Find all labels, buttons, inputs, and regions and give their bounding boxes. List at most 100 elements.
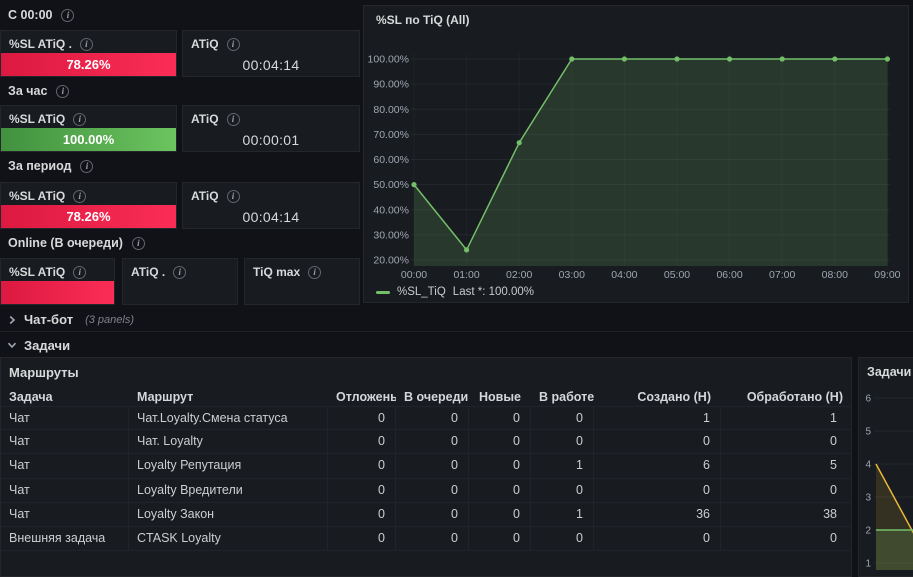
svg-text:30.00%: 30.00% [373, 229, 409, 241]
panel-title[interactable]: %SL ATiQ [1, 259, 114, 283]
panel-title-text: ATiQ [191, 37, 219, 51]
info-icon[interactable] [308, 265, 322, 279]
row-title: Задачи [24, 337, 71, 353]
panel-title[interactable]: %SL ATiQ [1, 106, 176, 130]
table-cell: 36 [594, 502, 721, 526]
info-icon[interactable] [61, 8, 75, 22]
svg-text:1: 1 [865, 559, 871, 570]
panel-sl-po-tiq: %SL по TiQ (All) 100.00% 90.00% 80.00% 70.0… [363, 5, 909, 303]
svg-text:03:00: 03:00 [559, 269, 585, 281]
chevron-down-icon [7, 340, 17, 350]
table-cell: 0 [396, 502, 469, 526]
dashboard-row-chatbot[interactable]: Чат-бот (3 panels) [0, 308, 913, 332]
legend-stat: Last *: 100.00% [452, 286, 534, 298]
svg-text:6: 6 [865, 394, 871, 405]
svg-text:60.00%: 60.00% [373, 154, 409, 166]
bar-gauge-value: 78.26% [66, 209, 111, 224]
column-header[interactable]: Задача [1, 390, 129, 404]
panel-title[interactable]: ATiQ [183, 31, 359, 55]
panel-title[interactable]: ATiQ [183, 183, 359, 207]
panel-atiq-from0000: ATiQ 00:04:14 [182, 30, 360, 77]
table-cell: 0 [594, 478, 721, 502]
svg-text:00:00: 00:00 [401, 269, 427, 281]
svg-text:40.00%: 40.00% [373, 204, 409, 216]
info-icon[interactable] [80, 159, 94, 173]
stat-value: 00:04:14 [242, 57, 300, 73]
table-cell: 0 [469, 526, 531, 551]
info-icon[interactable] [226, 112, 240, 126]
timeseries-plot[interactable]: 100.00% 90.00% 80.00% 70.00% 60.00% 50.00% 40.… [364, 6, 908, 302]
info-icon[interactable] [73, 112, 87, 126]
svg-text:70.00%: 70.00% [373, 129, 409, 141]
table-cell: 5 [830, 458, 837, 473]
panel-title-text[interactable]: Маршруты [9, 365, 79, 380]
table-cell: 0 [469, 478, 531, 502]
chevron-right-icon [7, 315, 17, 325]
info-icon[interactable] [79, 37, 93, 51]
column-header[interactable]: Маршрут [129, 390, 328, 404]
svg-text:90.00%: 90.00% [373, 79, 409, 91]
table-row: Чат Loyalty Закон 0 0 0 1 36 38 [1, 502, 851, 527]
panel-title-text: ATiQ . [131, 265, 166, 279]
panel-title[interactable]: TiQ max [245, 259, 359, 283]
column-header[interactable]: Создано (Н) [594, 390, 721, 404]
panel-sl-atiq-from0000: %SL ATiQ . 78.26% [0, 30, 177, 77]
table-cell: Loyalty Репутация [129, 454, 328, 478]
dashboard-row-tasks[interactable]: Задачи [0, 333, 913, 357]
column-header[interactable]: В работе [531, 390, 594, 404]
panel-sl-atiq-online: %SL ATiQ [0, 258, 115, 305]
table-cell: 0 [531, 430, 594, 454]
table-cell: Чат [1, 407, 129, 430]
column-header[interactable]: Отложены [328, 390, 396, 404]
table-cell: 0 [396, 478, 469, 502]
panel-title[interactable]: ATiQ . [123, 259, 237, 283]
table-cell: Чат [1, 478, 129, 502]
table-cell: 1 [531, 502, 594, 526]
panel-title[interactable]: %SL ATiQ . [1, 31, 176, 55]
table-cell: 0 [328, 478, 396, 502]
table-cell: 1 [594, 407, 721, 430]
table-cell: 0 [531, 526, 594, 551]
stat-value: 00:04:14 [242, 209, 300, 225]
table-cell: 0 [469, 430, 531, 454]
svg-text:100.00%: 100.00% [368, 54, 409, 66]
table-row: Чат Loyalty Вредители 0 0 0 0 0 0 [1, 478, 851, 503]
svg-text:04:00: 04:00 [611, 269, 637, 281]
info-icon[interactable] [73, 189, 87, 203]
svg-text:05:00: 05:00 [664, 269, 690, 281]
info-icon[interactable] [173, 265, 187, 279]
table-cell: 0 [830, 530, 837, 545]
table-header-row: ЗадачаМаршрутОтложеныВ очереди↓НовыеВ ра… [1, 387, 853, 406]
table-cell: 0 [830, 434, 837, 449]
table-cell: 0 [328, 502, 396, 526]
section-label-per-hour: За час [8, 84, 70, 98]
info-icon[interactable] [131, 236, 145, 250]
info-icon[interactable] [226, 189, 240, 203]
info-icon[interactable] [73, 265, 87, 279]
table-row: Чат Чат. Loyalty 0 0 0 0 0 0 [1, 430, 851, 455]
row-panel-count: (3 panels) [85, 313, 134, 326]
info-icon[interactable] [226, 37, 240, 51]
column-header[interactable]: В очереди↓ [396, 390, 469, 404]
section-label-online-queue: Online (В очереди) [8, 236, 145, 250]
svg-text:2: 2 [865, 526, 871, 537]
table-cell: Чат [1, 430, 129, 454]
legend-series-name[interactable]: %SL_TiQ [397, 286, 446, 298]
column-header[interactable]: Новые [469, 390, 531, 404]
panel-title-text: ATiQ [191, 189, 219, 203]
table-cell: 0 [594, 430, 721, 454]
info-icon[interactable] [56, 84, 70, 98]
panel-title[interactable]: ATiQ [183, 106, 359, 130]
table-cell: Чат [1, 502, 129, 526]
panel-title[interactable]: %SL ATiQ [1, 183, 176, 207]
table-cell: 1 [830, 411, 837, 425]
column-header[interactable]: Обработано (Н) [721, 390, 853, 404]
section-label-text: За период [8, 159, 72, 173]
timeseries-plot[interactable]: 6 5 4 3 2 1 [859, 358, 913, 576]
panel-atiq-period: ATiQ 00:04:14 [182, 182, 360, 229]
section-label-text: За час [8, 84, 48, 98]
table-cell: Внешняя задача [1, 526, 129, 551]
panel-title-text: ATiQ [191, 112, 219, 126]
panel-routes-table: Маршруты ЗадачаМаршрутОтложеныВ очереди↓… [0, 357, 852, 577]
stat-value: 00:00:01 [242, 132, 300, 148]
